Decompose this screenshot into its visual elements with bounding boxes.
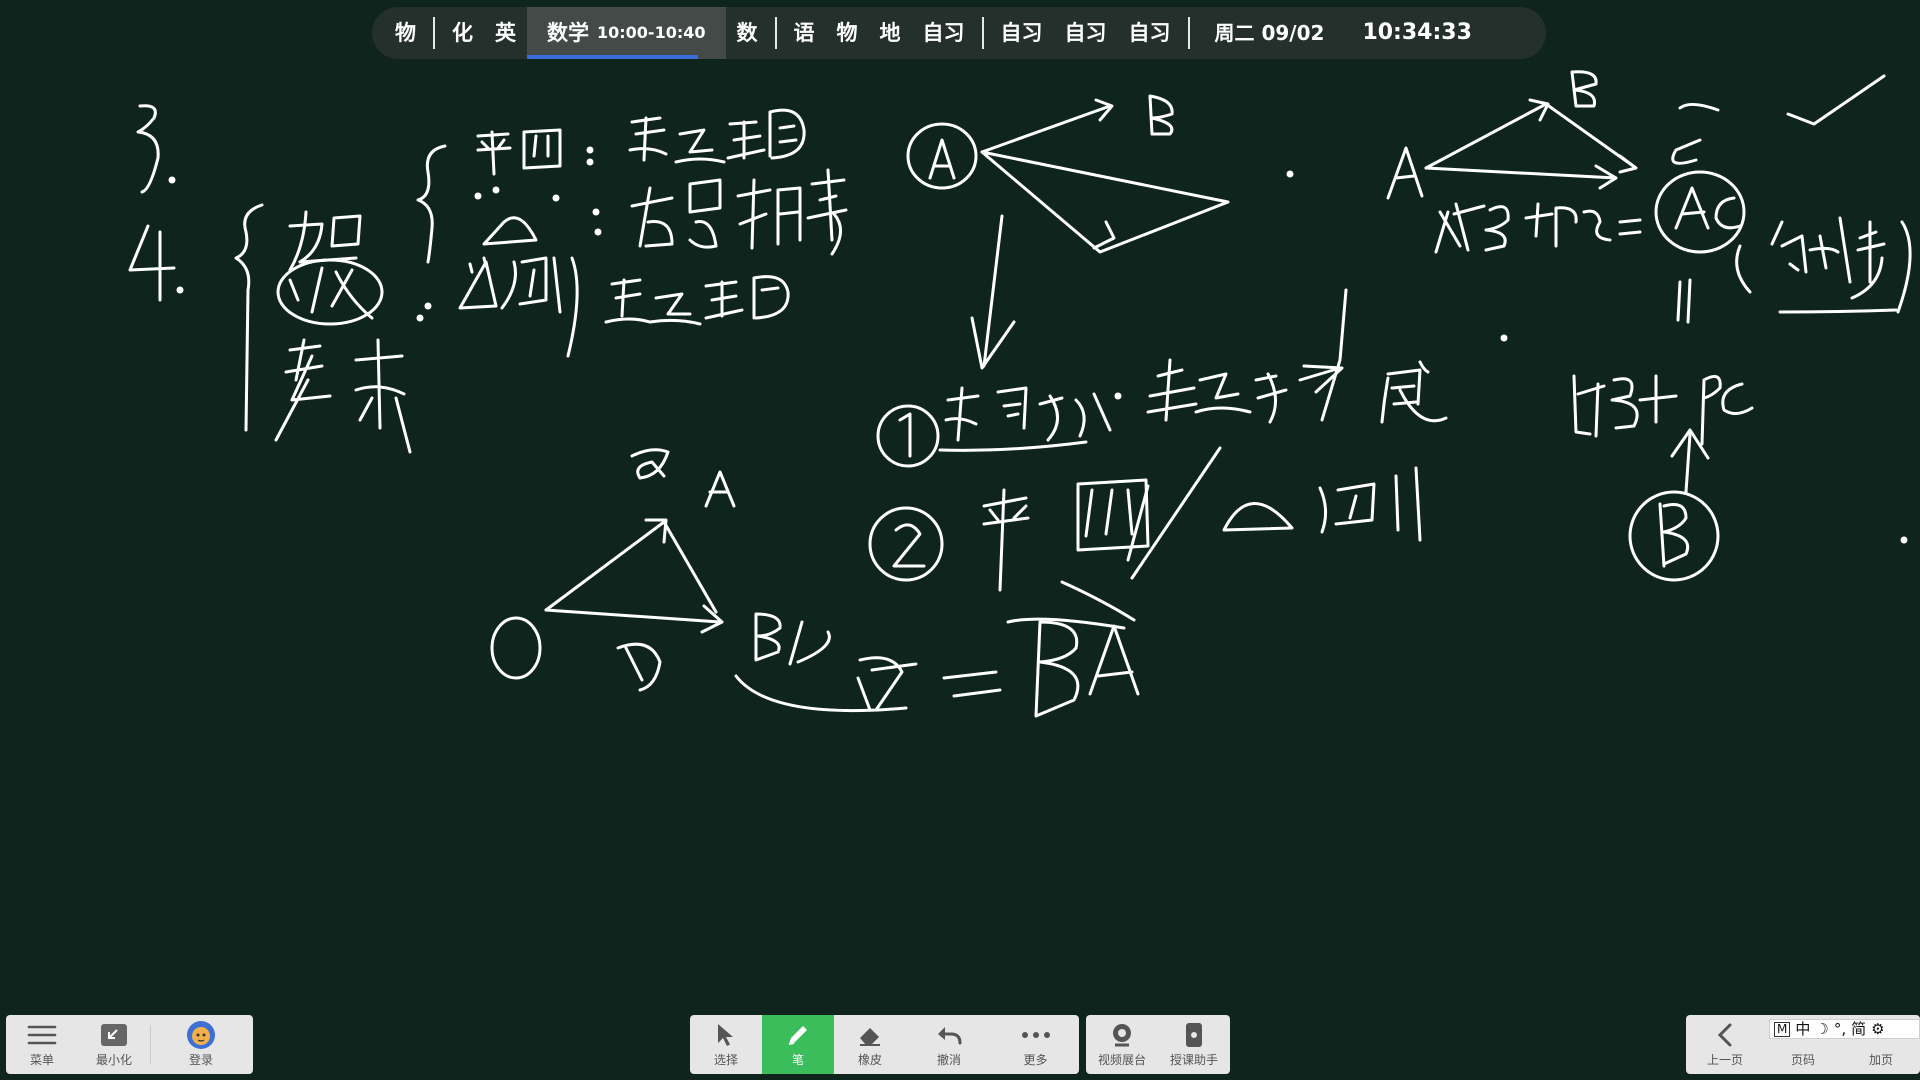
ink-circled-1 <box>876 288 1508 468</box>
period-item: 物 <box>836 21 858 45</box>
ime-language[interactable]: 中 <box>1795 1020 1810 1038</box>
menu-icon <box>27 1021 57 1049</box>
ink-number-4 <box>128 224 184 302</box>
divider <box>774 17 777 49</box>
eraser-icon <box>857 1021 883 1049</box>
period-item: 语 <box>793 21 815 45</box>
divider <box>1187 17 1190 49</box>
period-item: 自习 <box>1128 21 1171 45</box>
left-toolbar: 菜单 最小化 登录 <box>6 1015 253 1074</box>
undo-label: 撤消 <box>936 1053 961 1067</box>
divider <box>981 17 984 49</box>
select-tool-button[interactable]: 选择 <box>690 1015 762 1074</box>
pen-icon <box>785 1021 811 1049</box>
current-period-progress <box>527 55 698 59</box>
login-label: 登录 <box>188 1053 213 1067</box>
period-item: 英 <box>495 21 516 45</box>
teaching-assistant-button[interactable]: 授课助手 <box>1158 1015 1230 1074</box>
prev-page-label: 上一页 <box>1706 1053 1743 1067</box>
schedule-bar: 物 化 英 数学 10:00-10:40 数 语 物 地 自习 自习 自习 自习… <box>372 7 1546 59</box>
ink-number-3 <box>136 104 176 194</box>
period-item: 地 <box>879 21 901 45</box>
minimize-icon <box>100 1021 128 1049</box>
period-item: 化 <box>452 21 473 45</box>
period-item: 数 <box>736 21 758 45</box>
minimize-label: 最小化 <box>95 1053 132 1067</box>
handwriting-layer <box>128 70 1912 718</box>
ink-vector-sum <box>1286 70 1912 582</box>
ime-moon-icon[interactable]: ☽ <box>1815 1020 1828 1038</box>
minimize-button[interactable]: 最小化 <box>78 1015 150 1074</box>
avatar-icon <box>186 1021 216 1049</box>
current-period: 数学 10:00-10:40 <box>527 7 726 59</box>
undo-icon <box>935 1021 963 1049</box>
pen-tool-button[interactable]: 笔 <box>762 1015 834 1074</box>
ink-left-brace <box>234 203 264 432</box>
clock-label: 10:34:33 <box>1362 20 1472 45</box>
more-label: 更多 <box>1023 1053 1048 1067</box>
ink-char-shucheng <box>274 338 412 454</box>
menu-label: 菜单 <box>29 1053 54 1067</box>
divider <box>433 17 435 49</box>
eraser-label: 橡皮 <box>857 1053 882 1067</box>
video-booth-button[interactable]: 视频展台 <box>1086 1015 1158 1074</box>
teaching-assistant-label: 授课助手 <box>1169 1053 1218 1067</box>
login-button[interactable]: 登录 <box>151 1015 251 1074</box>
ink-char-jian-circled <box>276 256 384 326</box>
period-item: 物 <box>395 21 416 45</box>
prev-page-button[interactable]: 上一页 <box>1686 1015 1764 1074</box>
pen-label: 笔 <box>791 1053 804 1067</box>
drawing-toolbar: 选择 笔 橡皮 撤消 更多 <box>690 1015 1079 1074</box>
ime-mode-indicator[interactable]: M <box>1774 1021 1791 1037</box>
menu-button[interactable]: 菜单 <box>6 1015 78 1074</box>
ink-circled-2 <box>868 446 1422 592</box>
select-label: 选择 <box>713 1053 738 1067</box>
video-booth-label: 视频展台 <box>1097 1053 1146 1067</box>
ime-script[interactable]: 简 <box>1851 1020 1866 1038</box>
ink-row1 <box>476 108 806 176</box>
current-period-subject: 数学 <box>547 21 589 45</box>
ink-triangle-AB <box>906 94 1230 370</box>
ime-punctuation[interactable]: °, <box>1834 1020 1846 1038</box>
eraser-tool-button[interactable]: 橡皮 <box>834 1015 906 1074</box>
camera-icon <box>1109 1021 1135 1049</box>
ink-vector-diagram <box>490 448 1140 718</box>
ink-second-brace <box>416 144 447 264</box>
current-period-time: 10:00-10:40 <box>597 23 706 42</box>
extras-toolbar: 视频展台 授课助手 <box>1086 1015 1230 1074</box>
chevron-left-icon <box>1715 1021 1735 1049</box>
more-button[interactable]: 更多 <box>992 1015 1079 1074</box>
period-item: 自习 <box>1064 21 1107 45</box>
ime-settings-icon[interactable]: ⚙ <box>1871 1020 1884 1038</box>
phone-icon <box>1184 1021 1204 1049</box>
add-page-label: 加页 <box>1868 1053 1893 1067</box>
ime-status-bar[interactable]: M 中 ☽ °, 简 ⚙ <box>1769 1019 1920 1039</box>
period-item: 自习 <box>1000 21 1043 45</box>
page-code-label: 页码 <box>1790 1053 1815 1067</box>
ink-row3 <box>416 256 790 358</box>
more-icon <box>1021 1021 1051 1049</box>
cursor-icon <box>715 1021 737 1049</box>
ink-row2 <box>474 168 848 256</box>
period-item: 自习 <box>922 21 965 45</box>
whiteboard-canvas[interactable] <box>0 0 1920 1080</box>
date-label: 周二 09/02 <box>1214 21 1325 45</box>
undo-button[interactable]: 撤消 <box>906 1015 992 1074</box>
